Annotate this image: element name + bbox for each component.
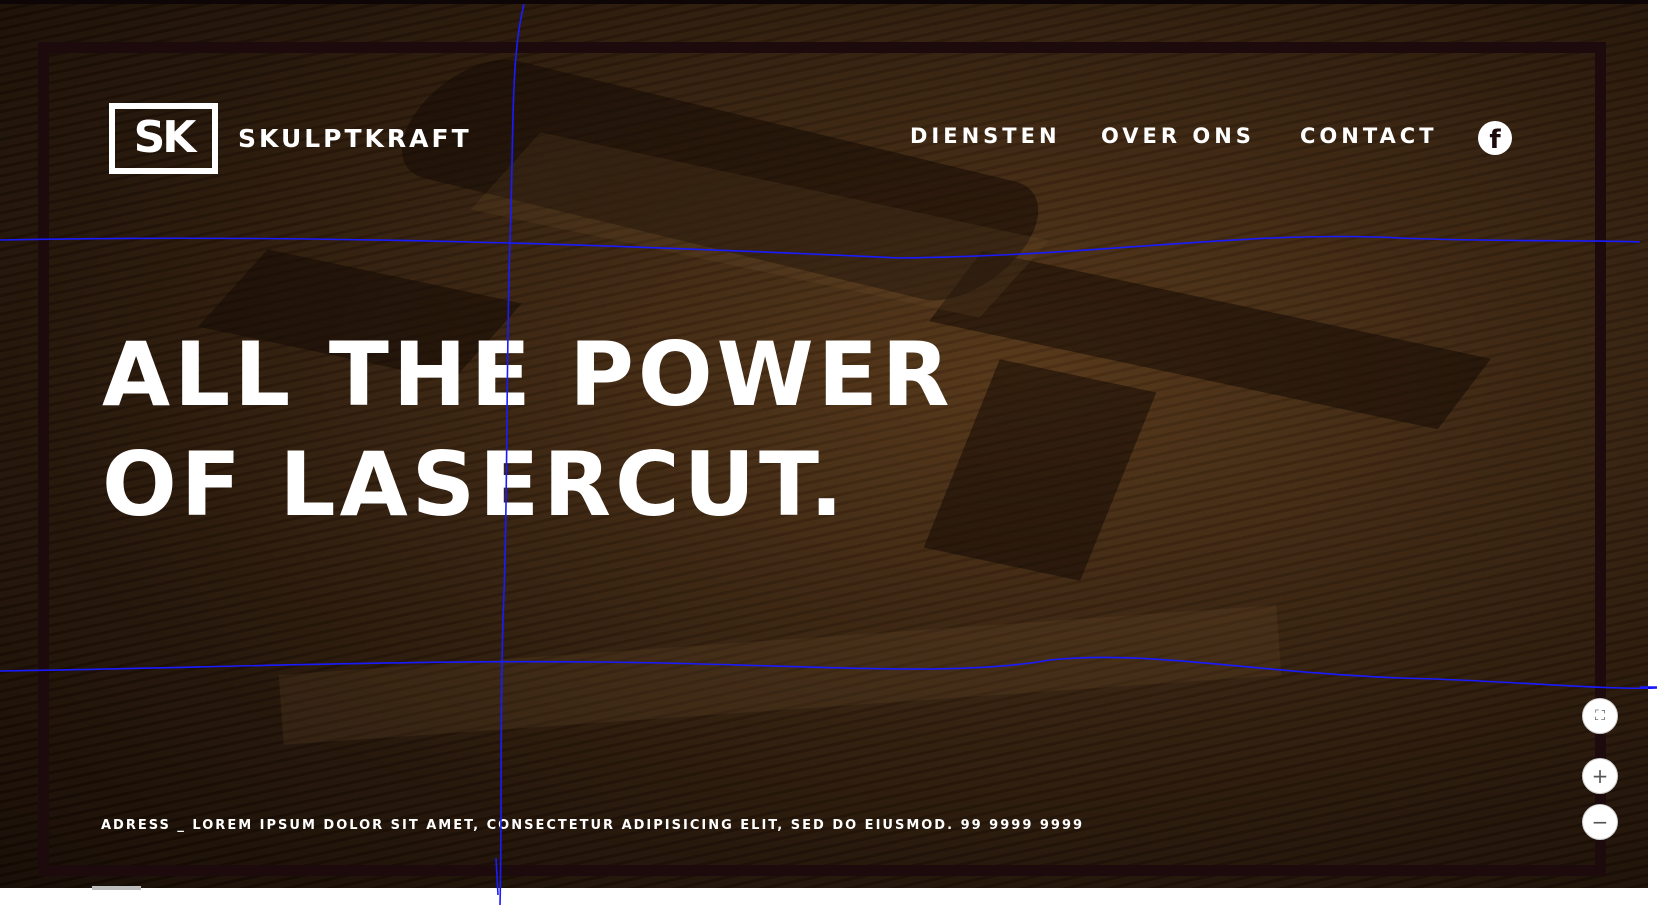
zoom-in-icon[interactable]: + xyxy=(1582,758,1618,794)
brand-name[interactable]: SKULPTKRAFT xyxy=(238,124,472,153)
footer-address: ADRESS _ LOREM IPSUM DOLOR SIT AMET, CON… xyxy=(101,818,1085,833)
hero-section: SK SKULPTKRAFT DIENSTEN OVER ONS CONTACT… xyxy=(0,0,1648,888)
horizontal-scrollbar-thumb[interactable] xyxy=(92,886,141,890)
hero-headline-line1: ALL THE POWER xyxy=(102,323,954,426)
facebook-icon[interactable]: f xyxy=(1478,121,1512,155)
nav-item-diensten[interactable]: DIENSTEN xyxy=(910,124,1061,148)
fullscreen-icon[interactable]: ⛶ xyxy=(1582,698,1618,734)
hero-headline-line2: OF LASERCUT. xyxy=(102,433,848,536)
zoom-out-icon[interactable]: − xyxy=(1582,804,1618,840)
top-border xyxy=(0,0,1648,4)
nav-item-contact[interactable]: CONTACT xyxy=(1300,124,1438,148)
logo-mark[interactable]: SK xyxy=(109,103,218,174)
nav-item-over-ons[interactable]: OVER ONS xyxy=(1101,124,1255,148)
